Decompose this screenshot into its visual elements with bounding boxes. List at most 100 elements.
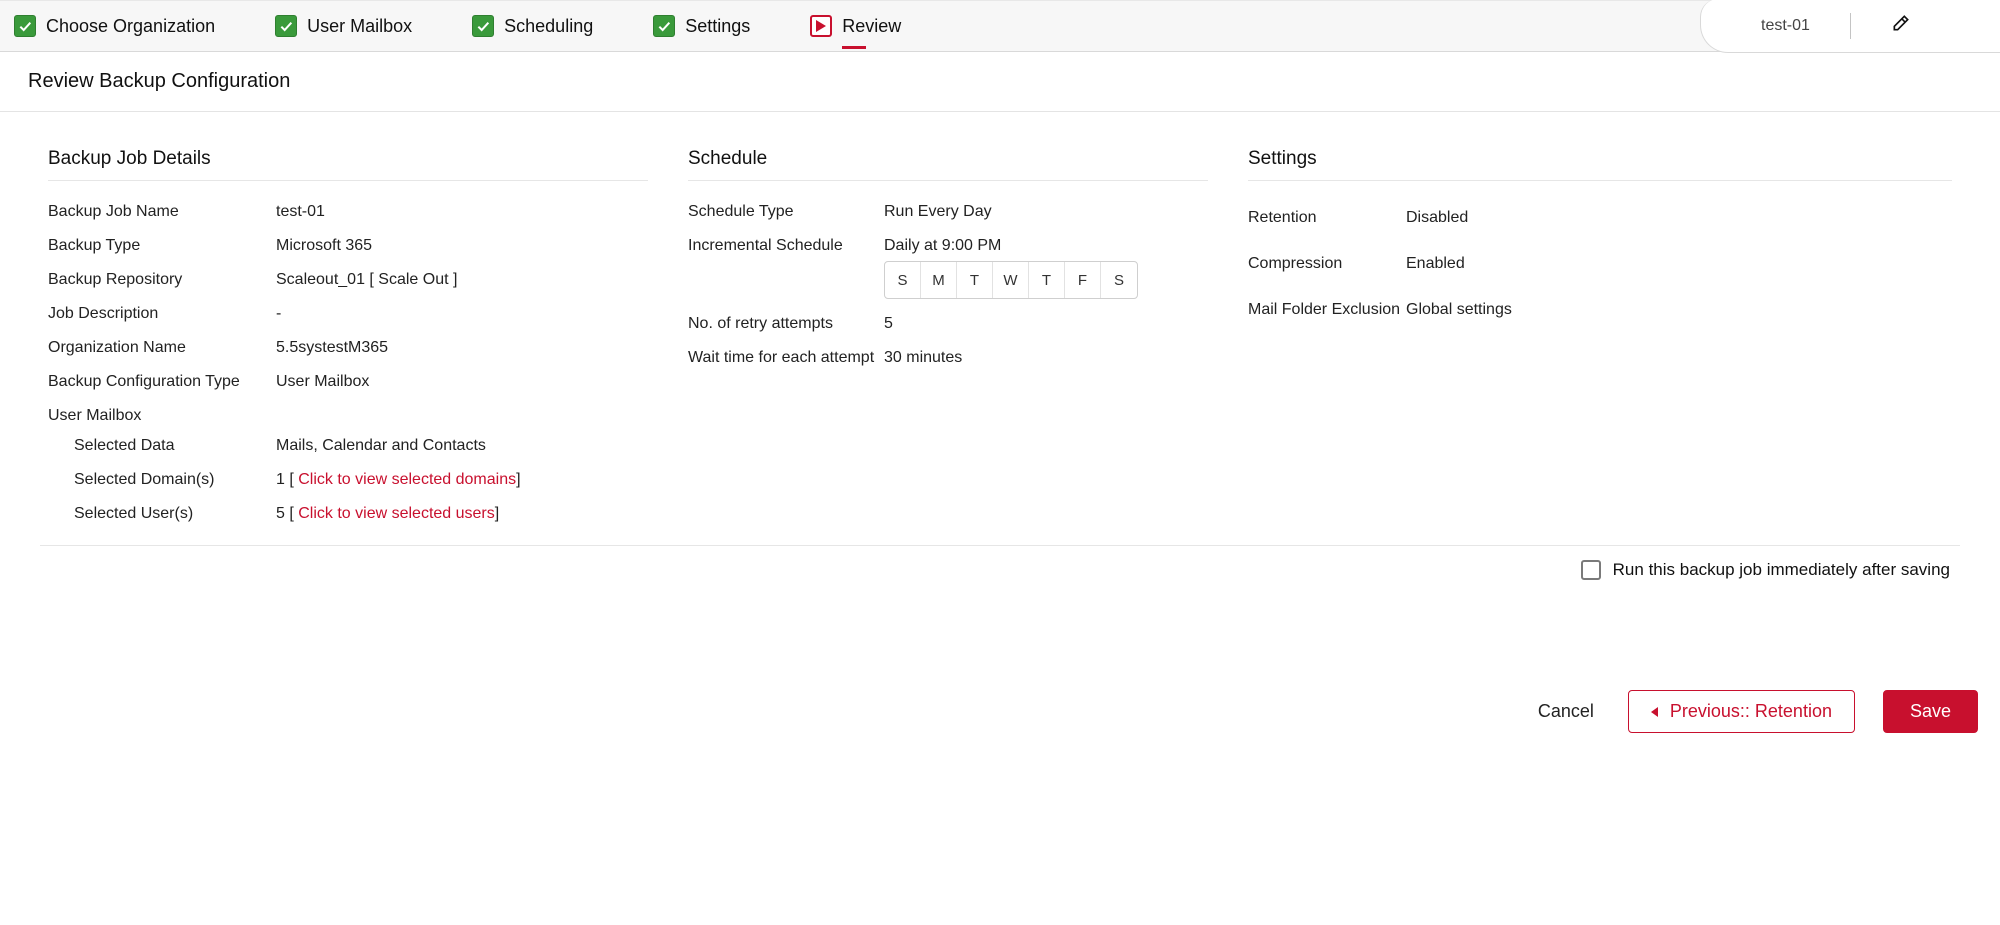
kv-backup-job-name: Backup Job Name test-01	[48, 195, 648, 229]
label: Backup Job Name	[48, 203, 276, 221]
label: Organization Name	[48, 339, 276, 357]
kv-job-description: Job Description -	[48, 297, 648, 331]
value: Global settings	[1406, 301, 1952, 319]
day-t: T	[957, 262, 993, 298]
label: Job Description	[48, 305, 276, 323]
label: No. of retry attempts	[688, 315, 884, 333]
step-label: Settings	[685, 16, 750, 37]
kv-selected-users: Selected User(s) 5 [ Click to view selec…	[48, 497, 648, 531]
step-label: Review	[842, 16, 901, 37]
col-settings: Settings Retention Disabled Compression …	[1248, 148, 1952, 531]
previous-button[interactable]: Previous:: Retention	[1628, 690, 1855, 733]
day-f: F	[1065, 262, 1101, 298]
run-immediately-row: Run this backup job immediately after sa…	[0, 546, 2000, 580]
footer-actions: Cancel Previous:: Retention Save	[0, 580, 2000, 759]
kv-wait-time: Wait time for each attempt 30 minutes	[688, 341, 1208, 375]
group-user-mailbox: User Mailbox	[48, 399, 648, 429]
wizard-step-bar: Choose Organization User Mailbox Schedul…	[0, 0, 2000, 52]
run-immediately-label: Run this backup job immediately after sa…	[1613, 560, 1950, 580]
label: Incremental Schedule	[688, 237, 884, 255]
day-m: M	[921, 262, 957, 298]
count-prefix: 1 [	[276, 471, 298, 488]
page-title: Review Backup Configuration	[0, 52, 2000, 112]
section-title: Schedule	[688, 148, 1208, 181]
step-user-mailbox[interactable]: User Mailbox	[275, 15, 412, 37]
label: Schedule Type	[688, 203, 884, 221]
kv-mail-folder-exclusion: Mail Folder Exclusion Global settings	[1248, 287, 1952, 333]
col-backup-job-details: Backup Job Details Backup Job Name test-…	[48, 148, 648, 531]
kv-incremental-schedule: Incremental Schedule Daily at 9:00 PM S …	[688, 229, 1208, 307]
label: Retention	[1248, 209, 1406, 227]
col-schedule: Schedule Schedule Type Run Every Day Inc…	[688, 148, 1208, 531]
section-title: Backup Job Details	[48, 148, 648, 181]
section-title: Settings	[1248, 148, 1952, 181]
play-icon	[810, 15, 832, 37]
value: 5 [ Click to view selected users]	[276, 505, 648, 523]
label: Selected Domain(s)	[74, 471, 276, 489]
day-w: W	[993, 262, 1029, 298]
step-label: User Mailbox	[307, 16, 412, 37]
value: Mails, Calendar and Contacts	[276, 437, 648, 455]
kv-retry-attempts: No. of retry attempts 5	[688, 307, 1208, 341]
review-grid: Backup Job Details Backup Job Name test-…	[0, 112, 2000, 531]
days-of-week: S M T W T F S	[884, 261, 1138, 299]
step-scheduling[interactable]: Scheduling	[472, 15, 593, 37]
kv-schedule-type: Schedule Type Run Every Day	[688, 195, 1208, 229]
check-icon	[472, 15, 494, 37]
suffix: ]	[495, 505, 499, 522]
label: Wait time for each attempt	[688, 349, 884, 367]
kv-selected-data: Selected Data Mails, Calendar and Contac…	[48, 429, 648, 463]
value: test-01	[276, 203, 648, 221]
label: Backup Type	[48, 237, 276, 255]
value: 5	[884, 315, 1208, 333]
suffix: ]	[516, 471, 520, 488]
value: Microsoft 365	[276, 237, 648, 255]
step-settings[interactable]: Settings	[653, 15, 750, 37]
kv-organization-name: Organization Name 5.5systestM365	[48, 331, 648, 365]
label: Compression	[1248, 255, 1406, 273]
step-review[interactable]: Review	[810, 15, 901, 37]
check-icon	[14, 15, 36, 37]
edit-icon[interactable]	[1891, 13, 1911, 38]
value: 5.5systestM365	[276, 339, 648, 357]
check-icon	[275, 15, 297, 37]
value: Run Every Day	[884, 203, 1208, 221]
kv-selected-domains: Selected Domain(s) 1 [ Click to view sel…	[48, 463, 648, 497]
job-name-short: test-01	[1761, 17, 1810, 35]
day-sa: S	[1101, 262, 1137, 298]
run-immediately-checkbox[interactable]	[1581, 560, 1601, 580]
value: 1 [ Click to view selected domains]	[276, 471, 648, 489]
value: -	[276, 305, 648, 323]
label: Backup Repository	[48, 271, 276, 289]
value: Scaleout_01 [ Scale Out ]	[276, 271, 648, 289]
step-label: Scheduling	[504, 16, 593, 37]
label: Selected User(s)	[74, 505, 276, 523]
count-prefix: 5 [	[276, 505, 298, 522]
value: Enabled	[1406, 255, 1952, 273]
step-choose-organization[interactable]: Choose Organization	[14, 15, 215, 37]
view-users-link[interactable]: Click to view selected users	[298, 505, 495, 522]
kv-backup-config-type: Backup Configuration Type User Mailbox	[48, 365, 648, 399]
value: Daily at 9:00 PM S M T W T F S	[884, 237, 1208, 299]
kv-backup-repository: Backup Repository Scaleout_01 [ Scale Ou…	[48, 263, 648, 297]
check-icon	[653, 15, 675, 37]
value: User Mailbox	[276, 373, 648, 391]
day-th: T	[1029, 262, 1065, 298]
label: Mail Folder Exclusion	[1248, 301, 1406, 319]
view-domains-link[interactable]: Click to view selected domains	[298, 471, 516, 488]
kv-backup-type: Backup Type Microsoft 365	[48, 229, 648, 263]
label: Backup Configuration Type	[48, 373, 276, 391]
step-label: Choose Organization	[46, 16, 215, 37]
save-button[interactable]: Save	[1883, 690, 1978, 733]
value: Disabled	[1406, 209, 1952, 227]
divider	[1850, 13, 1851, 39]
previous-button-label: Previous:: Retention	[1670, 701, 1832, 722]
incremental-value: Daily at 9:00 PM	[884, 237, 1001, 254]
day-s: S	[885, 262, 921, 298]
kv-compression: Compression Enabled	[1248, 241, 1952, 287]
chevron-left-icon	[1651, 707, 1658, 717]
cancel-button[interactable]: Cancel	[1532, 691, 1600, 732]
label: Selected Data	[74, 437, 276, 455]
job-title-tab: test-01	[1700, 0, 2000, 53]
kv-retention: Retention Disabled	[1248, 195, 1952, 241]
